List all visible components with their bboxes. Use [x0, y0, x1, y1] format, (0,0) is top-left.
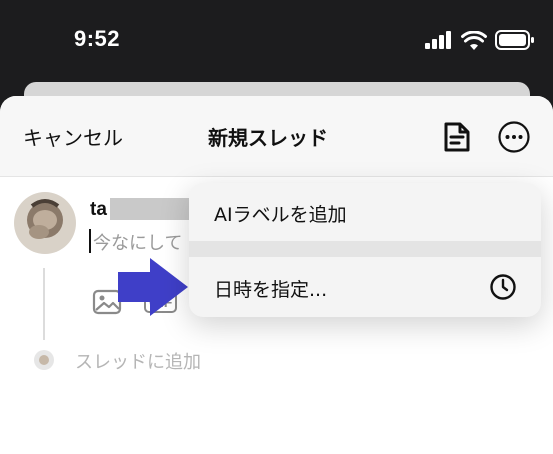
- menu-item-label: 日時を指定...: [214, 279, 328, 301]
- cancel-button[interactable]: キャンセル: [23, 122, 123, 151]
- compose-input[interactable]: 今なにして: [93, 229, 182, 255]
- clock-icon: [490, 274, 516, 300]
- sheet-header: キャンセル 新規スレッド: [0, 96, 553, 176]
- signal-icon: [425, 31, 451, 49]
- add-to-thread-button[interactable]: スレッドに追加: [75, 348, 201, 374]
- status-icons: [425, 30, 535, 50]
- avatar-photo: [14, 192, 76, 254]
- page-title: 新規スレッド: [208, 126, 328, 150]
- text-caret: [89, 229, 91, 253]
- context-menu: AIラベルを追加 日時を指定...: [189, 183, 541, 317]
- menu-item-schedule[interactable]: 日時を指定...: [189, 257, 541, 317]
- status-bar: 9:52: [0, 0, 553, 86]
- add-thread-avatar: [34, 350, 54, 370]
- avatar[interactable]: [14, 192, 76, 254]
- redacted-username: [110, 198, 192, 220]
- status-time: 9:52: [74, 26, 121, 51]
- ellipsis-circle-icon[interactable]: [497, 120, 531, 154]
- thread-line: [43, 268, 45, 340]
- username: ta: [90, 199, 107, 220]
- arrow-right-icon: [118, 258, 188, 316]
- menu-item-add-ai-label[interactable]: AIラベルを追加: [189, 183, 541, 241]
- document-lines-icon[interactable]: [440, 120, 474, 154]
- battery-icon: [495, 30, 534, 50]
- menu-item-label: AIラベルを追加: [214, 204, 347, 226]
- header-divider: [0, 176, 553, 177]
- wifi-icon: [461, 30, 487, 50]
- menu-separator: [189, 241, 541, 257]
